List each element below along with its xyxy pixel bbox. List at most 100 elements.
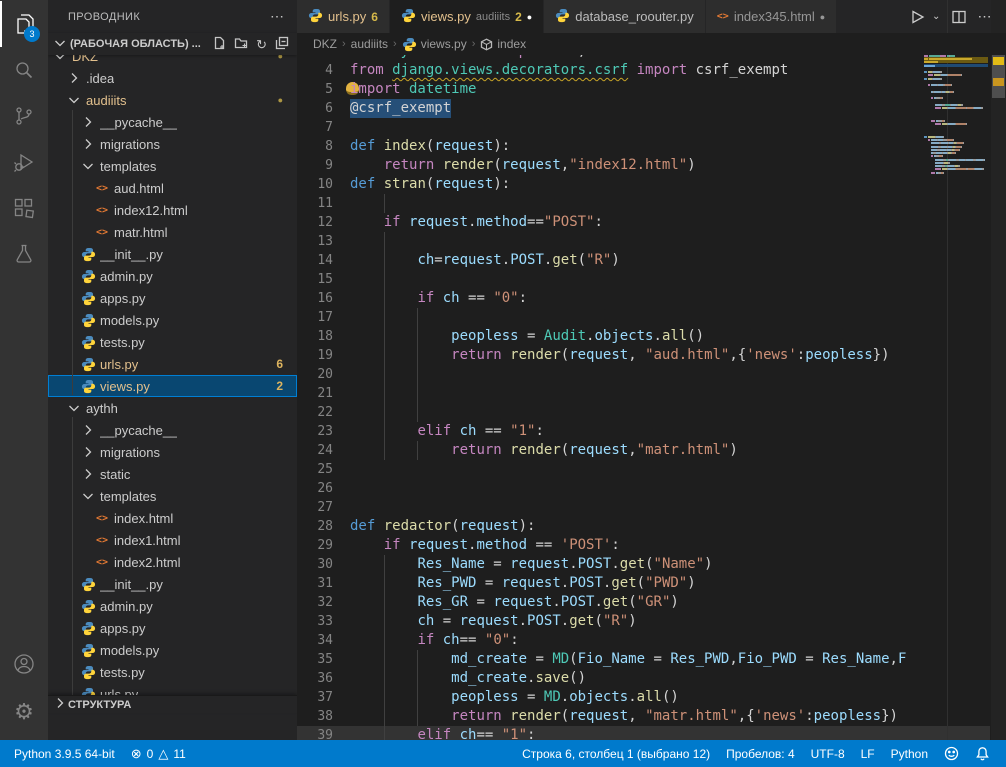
code-line-36[interactable]: 36 md_create.save() (297, 669, 990, 688)
code-editor[interactable]: 3from aythh.models import MD,Audit4from … (297, 55, 1006, 740)
code-line-13[interactable]: 13 (297, 232, 990, 251)
tree-item-__init__.py[interactable]: __init__.py (48, 243, 297, 265)
code-line-22[interactable]: 22 (297, 403, 990, 422)
editor-scrollbar[interactable] (991, 0, 1006, 740)
language-mode-status[interactable]: Python (883, 747, 936, 761)
activity-account-button[interactable] (0, 641, 48, 687)
code-line-28[interactable]: 28def redactor(request): (297, 517, 990, 536)
new-file-icon[interactable] (212, 36, 226, 53)
activity-search-button[interactable] (0, 47, 48, 93)
tree-item-admin.py[interactable]: admin.py (48, 265, 297, 287)
refresh-icon[interactable]: ↻ (256, 38, 267, 51)
python-interpreter-status[interactable]: Python 3.9.5 64-bit (6, 747, 123, 761)
code-line-35[interactable]: 35 md_create = MD(Fio_Name = Res_PWD,Fio… (297, 650, 990, 669)
code-line-26[interactable]: 26 (297, 479, 990, 498)
tree-item-migrations[interactable]: migrations (48, 133, 297, 155)
tab-database_roouter.py[interactable]: database_roouter.py (544, 0, 706, 33)
cursor-position-status[interactable]: Строка 6, столбец 1 (выбрано 12) (514, 747, 718, 761)
tree-item-urls.py[interactable]: urls.py6 (48, 353, 297, 375)
activity-source-control-button[interactable] (0, 93, 48, 139)
code-line-10[interactable]: 10def stran(request): (297, 175, 990, 194)
run-dropdown-chevron-icon[interactable]: ⌄ (932, 11, 944, 22)
activity-testing-button[interactable] (0, 231, 48, 277)
tree-item-__pycache__[interactable]: __pycache__ (48, 111, 297, 133)
feedback-button[interactable] (936, 746, 967, 761)
tree-item-urls.py[interactable]: urls.py (48, 683, 297, 695)
tree-item-aud.html[interactable]: <>aud.html (48, 177, 297, 199)
tree-item-static[interactable]: static (48, 463, 297, 485)
activity-extensions-button[interactable] (0, 185, 48, 231)
tree-item-.idea[interactable]: .idea (48, 67, 297, 89)
tree-item-apps.py[interactable]: apps.py (48, 287, 297, 309)
tree-item-index12.html[interactable]: <>index12.html (48, 199, 297, 221)
breadcrumb-item-audiiits[interactable]: audiiits (351, 37, 388, 51)
code-line-29[interactable]: 29 if request.method == 'POST': (297, 536, 990, 555)
breadcrumb-item-DKZ[interactable]: DKZ (313, 37, 337, 51)
tab-urls.py[interactable]: urls.py6 (297, 0, 390, 33)
code-line-17[interactable]: 17 (297, 308, 990, 327)
tree-item-aythh[interactable]: aythh (48, 397, 297, 419)
code-line-4[interactable]: 4from django.views.decorators.csrf impor… (297, 61, 990, 80)
activity-run-debug-button[interactable] (0, 139, 48, 185)
tree-item-__init__.py[interactable]: __init__.py (48, 573, 297, 595)
tree-item-__pycache__[interactable]: __pycache__ (48, 419, 297, 441)
code-line-23[interactable]: 23 elif ch == "1": (297, 422, 990, 441)
tree-item-models.py[interactable]: models.py (48, 309, 297, 331)
split-editor-button[interactable] (948, 6, 970, 28)
activity-explorer-button[interactable] (0, 1, 48, 47)
encoding-status[interactable]: UTF-8 (803, 747, 853, 761)
breadcrumb-item-index[interactable]: index (480, 37, 526, 51)
code-line-8[interactable]: 8def index(request): (297, 137, 990, 156)
breadcrumb-item-views.py[interactable]: views.py (402, 37, 467, 52)
tree-item-templates[interactable]: templates (48, 485, 297, 507)
indentation-status[interactable]: Пробелов: 4 (718, 747, 803, 761)
code-line-38[interactable]: 38 return render(request, "matr.html",{'… (297, 707, 990, 726)
code-line-24[interactable]: 24 return render(request,"matr.html") (297, 441, 990, 460)
tree-item-index.html[interactable]: <>index.html (48, 507, 297, 529)
notifications-bell-button[interactable] (967, 746, 998, 761)
tree-item-tests.py[interactable]: tests.py (48, 661, 297, 683)
tree-item-admin.py[interactable]: admin.py (48, 595, 297, 617)
structure-section-header[interactable]: СТРУКТУРА (48, 695, 297, 713)
code-line-20[interactable]: 20 (297, 365, 990, 384)
code-line-7[interactable]: 7 (297, 118, 990, 137)
tree-item-apps.py[interactable]: apps.py (48, 617, 297, 639)
eol-status[interactable]: LF (853, 747, 883, 761)
code-line-27[interactable]: 27 (297, 498, 990, 517)
code-line-12[interactable]: 12 if request.method=="POST": (297, 213, 990, 232)
workspace-section-header[interactable]: (РАБОЧАЯ ОБЛАСТЬ) ... ↻ (48, 33, 297, 55)
tab-views.py[interactable]: views.pyaudiiits2● (390, 0, 544, 33)
code-line-5[interactable]: 5import datetime (297, 80, 990, 99)
run-button[interactable] (906, 6, 928, 28)
tree-item-audiiits[interactable]: audiiits● (48, 89, 297, 111)
code-line-21[interactable]: 21 (297, 384, 990, 403)
code-line-25[interactable]: 25 (297, 460, 990, 479)
code-line-6[interactable]: 6@csrf_exempt (297, 99, 990, 118)
collapse-all-icon[interactable] (275, 36, 289, 53)
tree-item-index1.html[interactable]: <>index1.html (48, 529, 297, 551)
code-line-39[interactable]: 39 elif ch== "1": (297, 726, 990, 740)
code-line-15[interactable]: 15 (297, 270, 990, 289)
code-line-9[interactable]: 9 return render(request,"index12.html") (297, 156, 990, 175)
code-line-14[interactable]: 14 ch=request.POST.get("R") (297, 251, 990, 270)
tab-index345.html[interactable]: <>index345.html● (706, 0, 837, 33)
tree-item-index2.html[interactable]: <>index2.html (48, 551, 297, 573)
new-folder-icon[interactable] (234, 36, 248, 53)
tree-item-migrations[interactable]: migrations (48, 441, 297, 463)
activity-settings-button[interactable]: ⚙ (0, 689, 48, 735)
tree-item-models.py[interactable]: models.py (48, 639, 297, 661)
code-line-18[interactable]: 18 peopless = Audit.objects.all() (297, 327, 990, 346)
code-line-19[interactable]: 19 return render(request, "aud.html",{'n… (297, 346, 990, 365)
code-line-32[interactable]: 32 Res_GR = request.POST.get("GR") (297, 593, 990, 612)
code-line-11[interactable]: 11 (297, 194, 990, 213)
tree-item-tests.py[interactable]: tests.py (48, 331, 297, 353)
problems-status[interactable]: ⊗0△11 (123, 746, 194, 762)
tree-item-views.py[interactable]: views.py2 (48, 375, 297, 397)
code-line-37[interactable]: 37 peopless = MD.objects.all() (297, 688, 990, 707)
code-line-33[interactable]: 33 ch = request.POST.get("R") (297, 612, 990, 631)
code-line-30[interactable]: 30 Res_Name = request.POST.get("Name") (297, 555, 990, 574)
code-line-34[interactable]: 34 if ch== "0": (297, 631, 990, 650)
sidebar-more-actions-button[interactable]: ⋯ (270, 8, 285, 25)
tree-item-templates[interactable]: templates (48, 155, 297, 177)
code-line-16[interactable]: 16 if ch == "0": (297, 289, 990, 308)
